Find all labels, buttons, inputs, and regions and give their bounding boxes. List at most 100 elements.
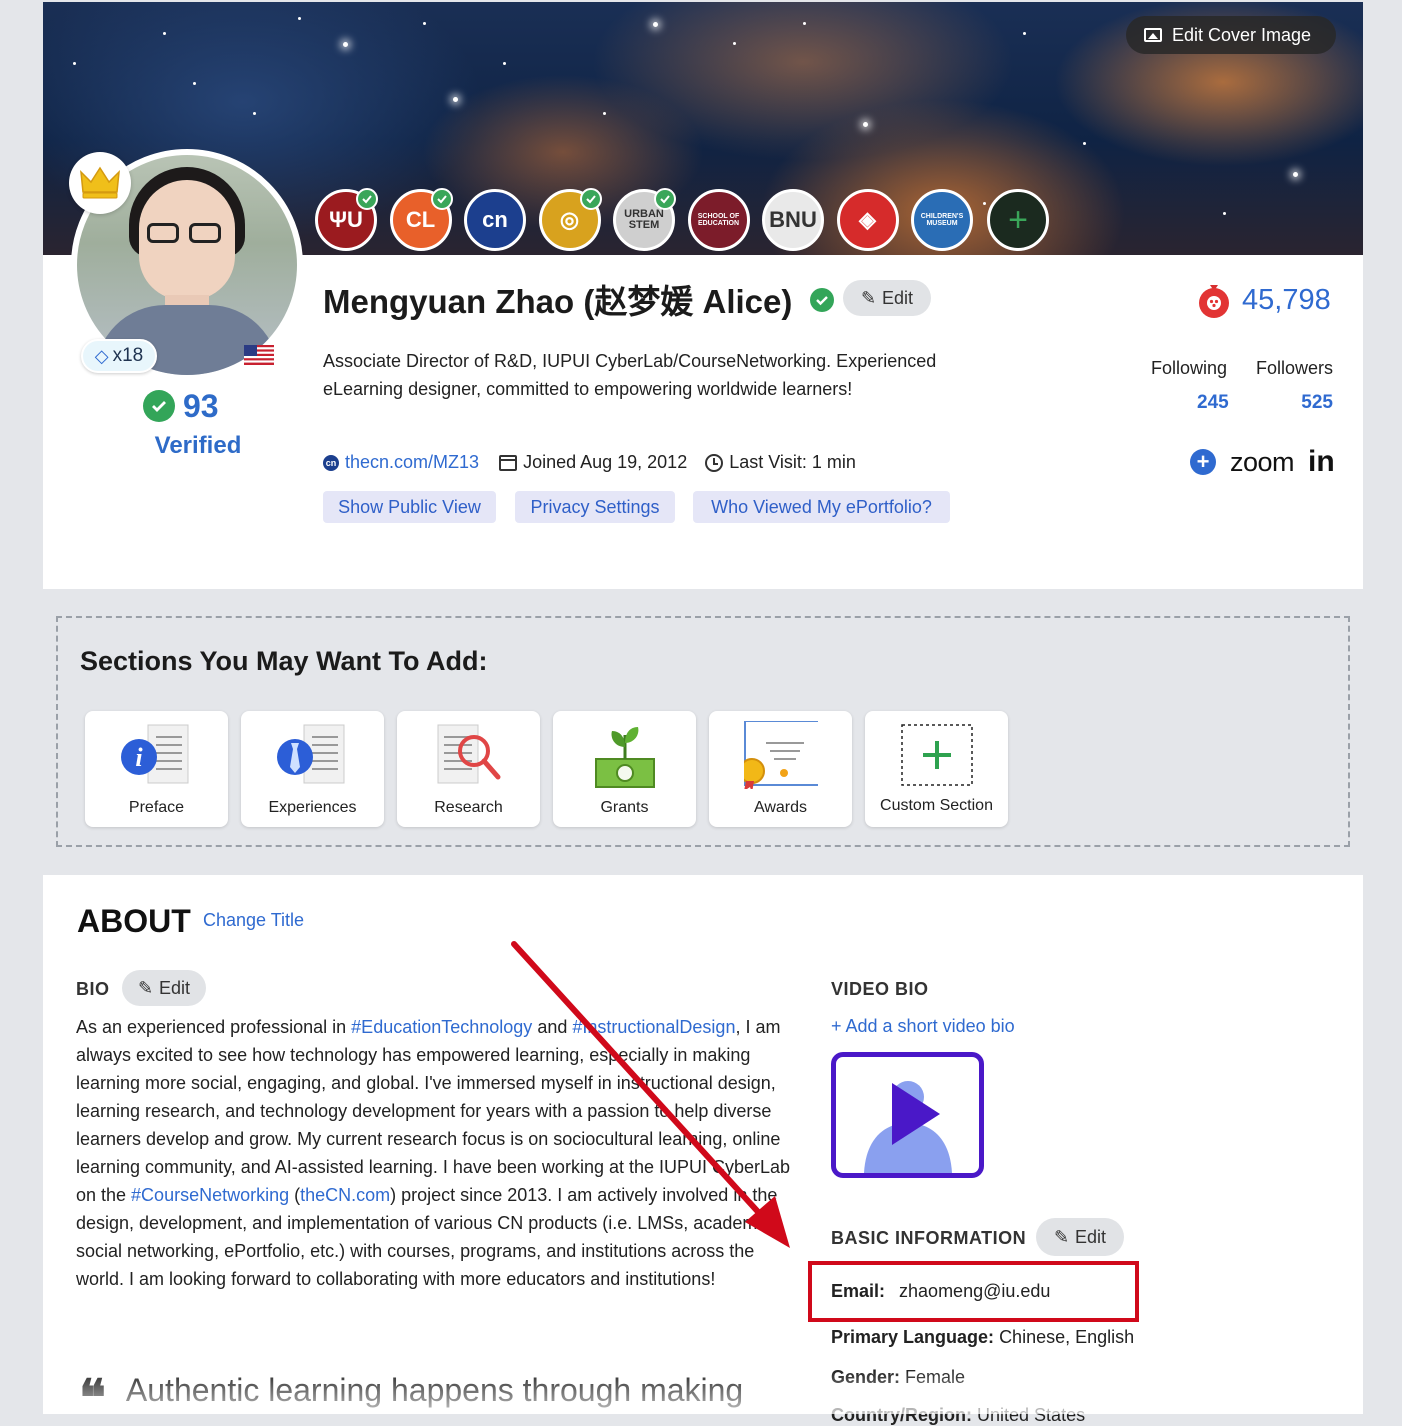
points-display[interactable]: 45,798 xyxy=(1196,281,1331,319)
cn-icon: cn xyxy=(323,454,339,471)
hashtag-link[interactable]: #CourseNetworking xyxy=(131,1185,289,1205)
add-social-icon[interactable]: + xyxy=(1190,449,1216,475)
profile-url-link[interactable]: thecn.com/MZ13 xyxy=(345,452,479,473)
quote: ❝ Authentic learning happens through mak… xyxy=(79,1370,744,1426)
country-row: Country/Region: United States xyxy=(831,1405,1086,1425)
verified-check-icon xyxy=(654,188,676,210)
gender-row: Gender: Female xyxy=(831,1367,966,1387)
profile-name: Mengyuan Zhao (赵梦媛 Alice) xyxy=(323,283,793,320)
indiana-university-logo-text: ΨU xyxy=(329,207,363,232)
sections-title: Sections You May Want To Add: xyxy=(80,646,488,676)
diamond-icon: ◇ xyxy=(94,345,109,366)
school-of-education-logo-text: SCHOOL OF EDUCATION xyxy=(697,213,740,227)
awards-icon xyxy=(744,721,818,789)
childrens-museum-logo-text: CHILDREN'S MUSEUM xyxy=(920,213,964,227)
cn-logo[interactable]: cn xyxy=(464,189,526,251)
add-institution-button[interactable]: + xyxy=(987,189,1049,251)
video-bio-label: VIDEO BIO xyxy=(831,979,929,999)
urban-stem-logo-text: URBAN STEM xyxy=(624,208,664,231)
following-count[interactable]: 245 xyxy=(1197,392,1229,414)
edit-basic-info-button[interactable]: ✎ Edit xyxy=(1036,1218,1124,1256)
bio-label: BIO xyxy=(76,979,110,999)
zoom-link[interactable]: zoom xyxy=(1230,447,1295,478)
indiana-state-logo-text: ◎ xyxy=(559,207,580,232)
verification-count[interactable]: 93 xyxy=(143,386,253,426)
grants-icon xyxy=(595,727,655,788)
video-person-icon xyxy=(864,1081,952,1173)
profile-card: Edit Cover Image ΨU CL cn ◎ URBAN STEM SCHOOL… xyxy=(43,2,1363,589)
urban-stem-logo[interactable]: URBAN STEM xyxy=(613,188,676,251)
add-awards-section[interactable]: Awards xyxy=(709,711,852,827)
check-circle-icon xyxy=(143,390,175,422)
email-row: Email: zhaomeng@iu.edu xyxy=(831,1281,1051,1301)
hashtag-link[interactable]: #EducationTechnology xyxy=(351,1017,532,1037)
beijing-normal-logo[interactable]: BNU xyxy=(762,189,824,251)
joined-date: Joined Aug 19, 2012 xyxy=(523,452,688,472)
edit-cover-image-button[interactable]: Edit Cover Image xyxy=(1126,16,1336,54)
pencil-icon: ✎ xyxy=(860,287,877,308)
verified-check-icon xyxy=(579,188,602,210)
following-label: Following xyxy=(1151,358,1228,378)
add-video-bio-link[interactable]: + Add a short video bio xyxy=(831,1016,1015,1037)
thecn-link[interactable]: theCN.com xyxy=(300,1185,390,1205)
plus-icon: + xyxy=(1008,201,1028,239)
profile-meta: cn thecn.com/MZ13 Joined Aug 19, 2012 La… xyxy=(323,452,856,473)
edit-name-button[interactable]: ✎ Edit xyxy=(843,280,931,316)
pencil-icon: ✎ xyxy=(137,977,154,998)
add-grants-section[interactable]: Grants xyxy=(553,711,696,827)
us-flag-icon xyxy=(244,345,274,365)
basic-information-label: BASIC INFORMATION xyxy=(831,1228,1027,1248)
indiana-university-logo[interactable]: ΨU xyxy=(315,188,378,251)
calendar-icon xyxy=(499,454,518,471)
bio-text: As an experienced professional in #Educa… xyxy=(76,1017,791,1289)
followers-count[interactable]: 525 xyxy=(1301,392,1333,414)
red-diamond-logo[interactable]: ◈ xyxy=(836,189,899,251)
followers-label: Followers xyxy=(1255,358,1333,378)
add-experiences-section[interactable]: Experiences xyxy=(241,711,384,827)
last-visit: Last Visit: 1 min xyxy=(729,452,856,472)
experiences-icon xyxy=(277,724,345,784)
language-row: Primary Language: Chinese, English xyxy=(831,1327,1135,1347)
show-public-view-button[interactable]: Show Public View xyxy=(323,491,496,523)
red-diamond-logo-text: ◈ xyxy=(859,207,876,232)
linkedin-icon[interactable]: in xyxy=(1308,445,1335,479)
hashtag-link[interactable]: #InstructionalDesign xyxy=(572,1017,735,1037)
about-card: ABOUT Change Title BIO ✎ Edit As an expe… xyxy=(43,875,1363,1426)
verified-check-icon xyxy=(810,288,834,312)
add-custom-section[interactable]: Custom Section xyxy=(865,711,1008,827)
quote-icon: ❝ xyxy=(79,1370,106,1426)
beijing-normal-logo-text: BNU xyxy=(769,207,817,232)
email-value: zhaomeng@iu.edu xyxy=(899,1281,1051,1301)
verified-check-icon xyxy=(356,188,378,210)
about-title: ABOUT xyxy=(77,903,191,939)
custom-section-icon xyxy=(901,724,973,786)
sections-to-add: Sections You May Want To Add: i Preface … xyxy=(56,616,1350,847)
indiana-state-logo[interactable]: ◎ xyxy=(538,188,602,251)
verified-check-icon xyxy=(430,188,453,210)
school-of-education-logo[interactable]: SCHOOL OF EDUCATION xyxy=(687,189,750,251)
diamond-badge[interactable]: ◇ x18 xyxy=(81,339,157,373)
profile-tagline: Associate Director of R&D, IUPUI CyberLa… xyxy=(323,351,937,399)
svg-text:i: i xyxy=(135,743,143,772)
add-research-section[interactable]: Research xyxy=(397,711,540,827)
edit-bio-button[interactable]: ✎ Edit xyxy=(122,970,206,1006)
privacy-settings-button[interactable]: Privacy Settings xyxy=(515,491,675,523)
image-icon xyxy=(1144,28,1162,42)
crown-icon xyxy=(69,152,131,214)
video-bio-placeholder[interactable] xyxy=(831,1052,984,1178)
pencil-icon: ✎ xyxy=(1053,1226,1070,1247)
childrens-museum-logo[interactable]: CHILDREN'S MUSEUM xyxy=(911,189,973,251)
clock-icon xyxy=(705,453,724,472)
pomegranate-icon xyxy=(1199,285,1229,318)
cn-logo-text: cn xyxy=(482,207,508,232)
verified-label: Verified xyxy=(154,432,242,459)
preface-icon: i xyxy=(121,724,189,784)
change-title-link[interactable]: Change Title xyxy=(203,910,304,931)
research-icon xyxy=(437,724,501,784)
social-links: + zoom in xyxy=(1190,445,1335,479)
who-viewed-button[interactable]: Who Viewed My ePortfolio? xyxy=(693,491,950,523)
add-preface-section[interactable]: i Preface xyxy=(85,711,228,827)
follow-values: 245 525 xyxy=(1151,392,1333,414)
cl-logo-text: CL xyxy=(405,207,436,232)
cl-logo[interactable]: CL xyxy=(389,188,453,251)
